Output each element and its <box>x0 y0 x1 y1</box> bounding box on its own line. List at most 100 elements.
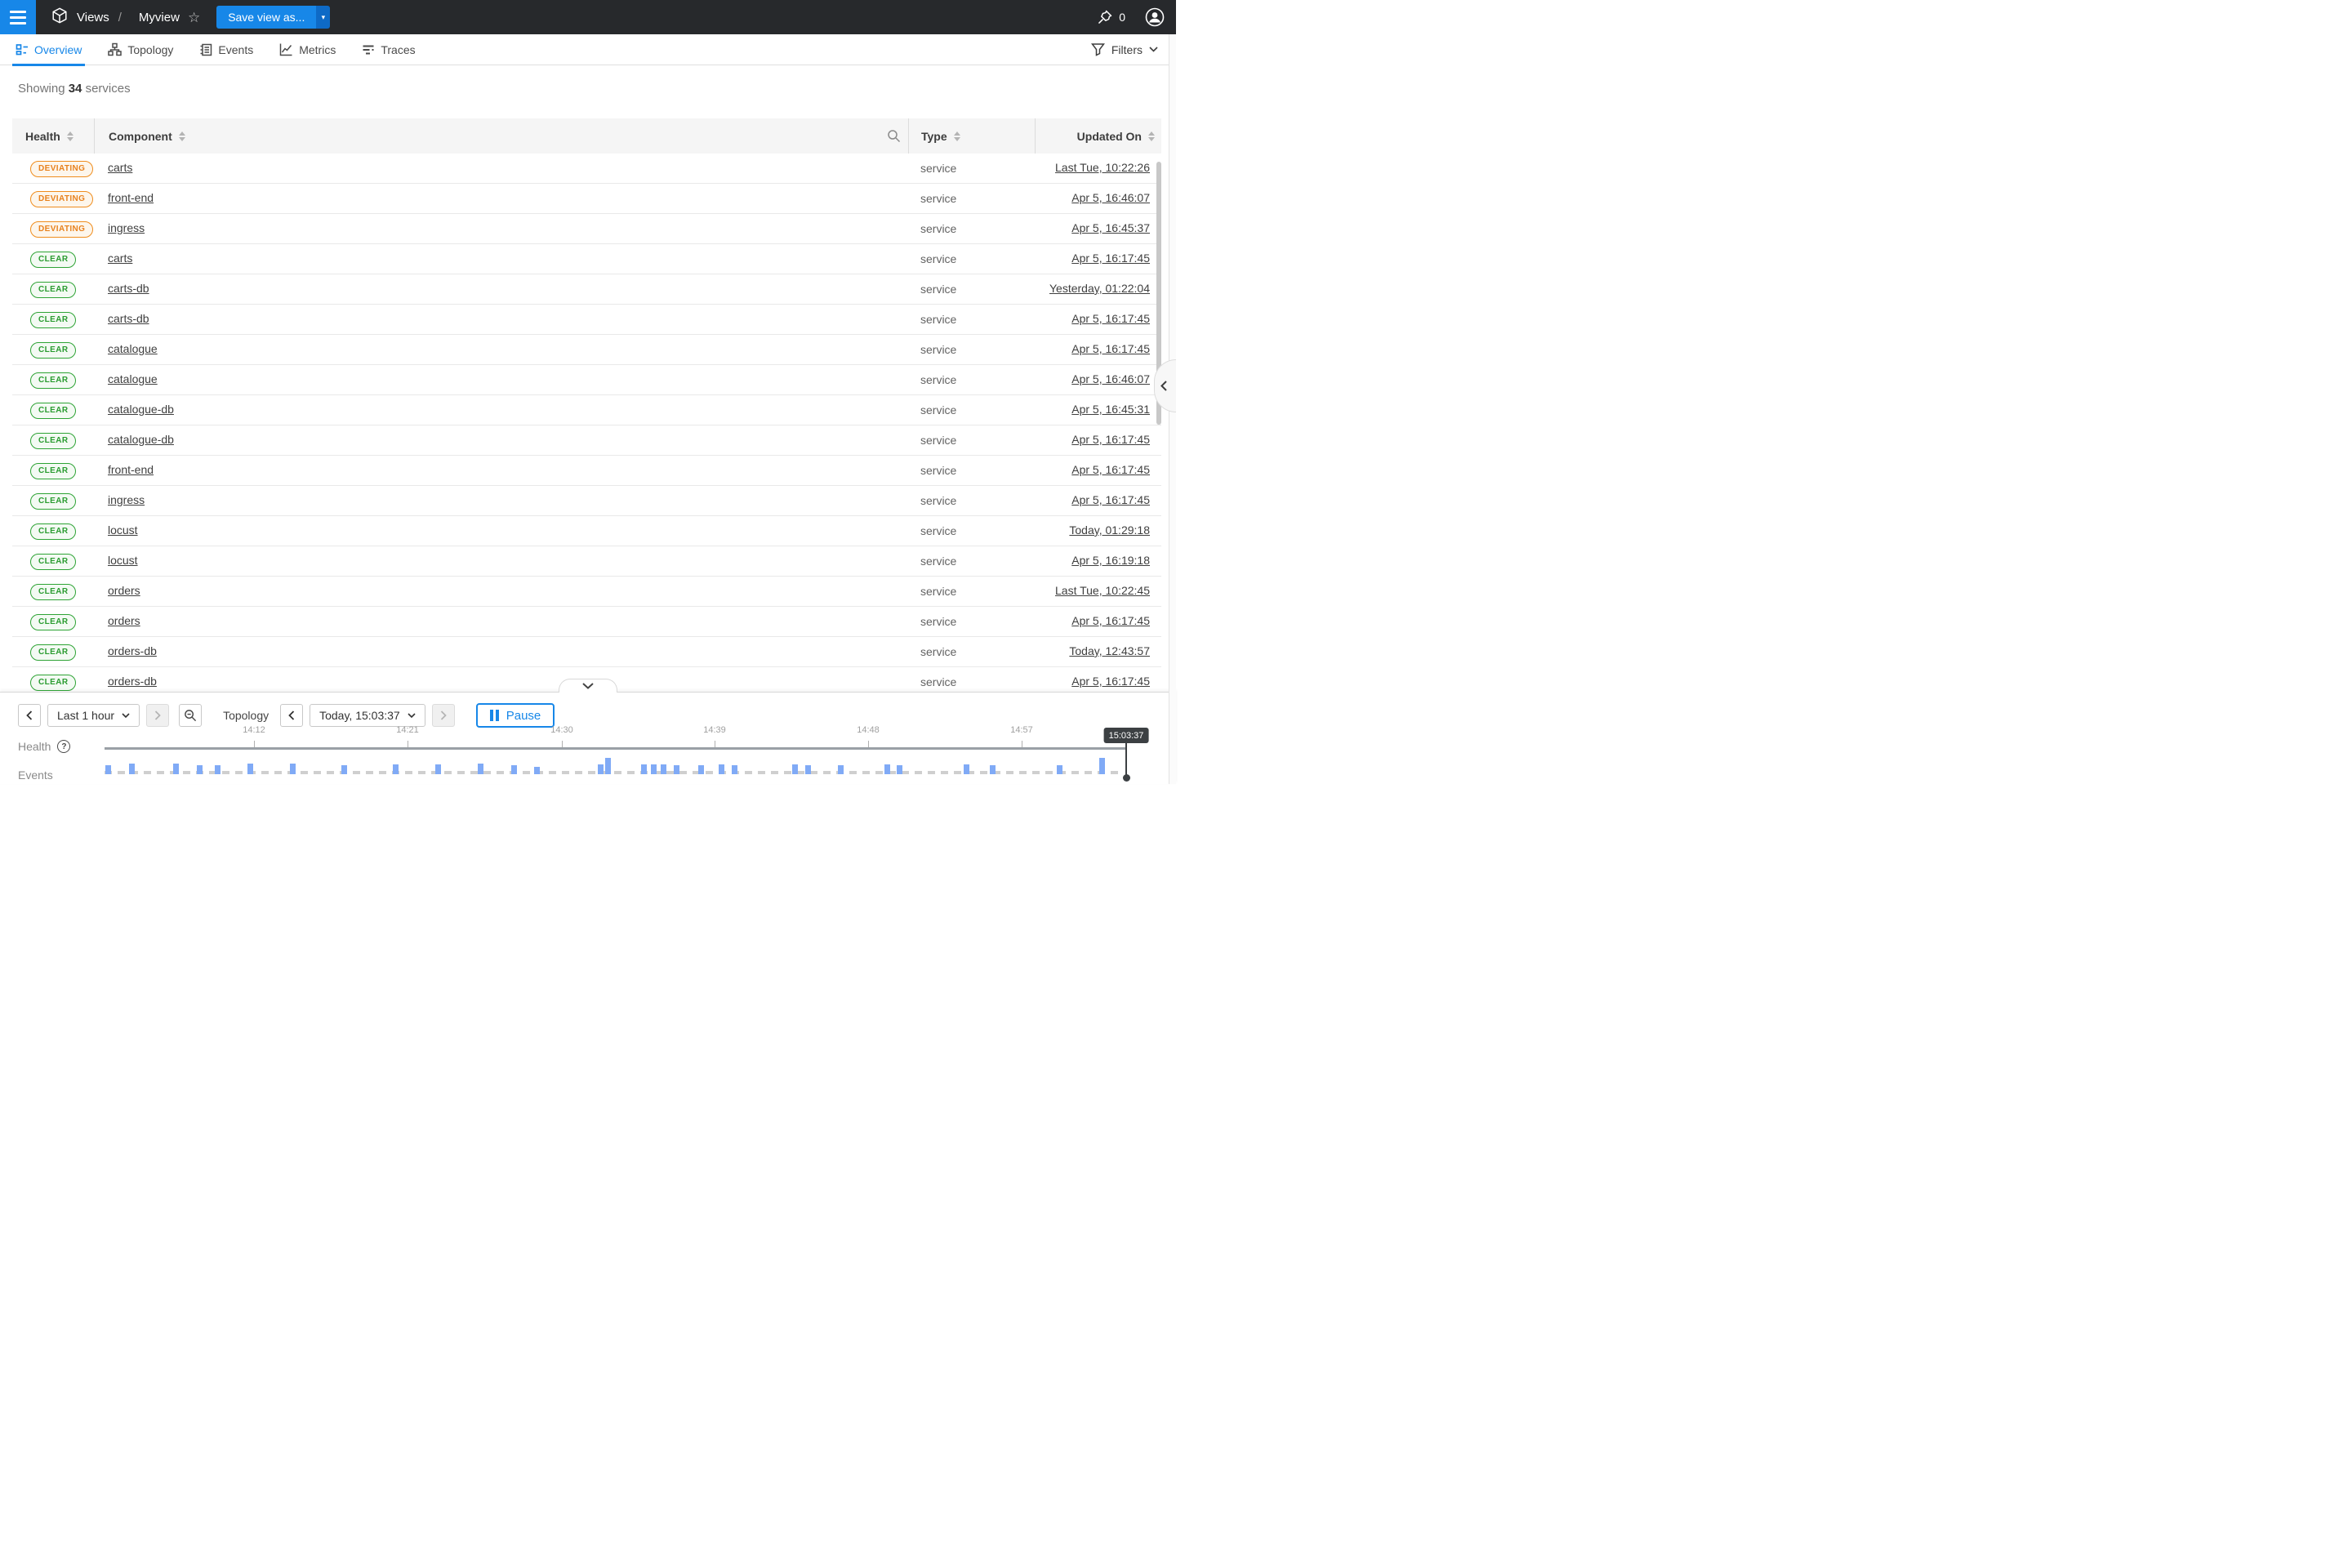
component-link[interactable]: carts <box>108 161 132 174</box>
event-bar[interactable] <box>129 764 135 774</box>
health-badge: CLEAR <box>30 372 76 389</box>
favorite-star-icon[interactable]: ☆ <box>188 11 200 24</box>
component-link[interactable]: carts-db <box>108 282 149 295</box>
updated-on-link[interactable]: Apr 5, 16:45:37 <box>1071 221 1150 234</box>
health-state-line <box>105 747 1126 750</box>
event-bar[interactable] <box>698 765 704 774</box>
updated-on-link[interactable]: Apr 5, 16:17:45 <box>1071 342 1150 355</box>
component-link[interactable]: carts-db <box>108 312 149 325</box>
sort-health-button[interactable] <box>67 131 74 141</box>
event-bar[interactable] <box>964 764 969 774</box>
sort-component-button[interactable] <box>179 131 185 141</box>
save-view-button[interactable]: Save view as... <box>216 6 316 29</box>
component-link[interactable]: catalogue-db <box>108 403 174 416</box>
sort-type-button[interactable] <box>954 131 960 141</box>
event-bar[interactable] <box>732 765 737 774</box>
save-view-caret-icon[interactable]: ▾ <box>316 6 330 29</box>
tab-traces[interactable]: Traces <box>359 34 418 65</box>
event-bar[interactable] <box>805 765 811 774</box>
tab-topology[interactable]: Topology <box>105 34 176 65</box>
updated-on-link[interactable]: Today, 12:43:57 <box>1069 644 1150 657</box>
component-link[interactable]: catalogue <box>108 342 158 355</box>
component-link[interactable]: orders <box>108 614 140 627</box>
component-link[interactable]: front-end <box>108 463 154 476</box>
collapse-timeline-button[interactable] <box>559 679 617 693</box>
updated-on-link[interactable]: Apr 5, 16:17:45 <box>1071 252 1150 265</box>
event-bar[interactable] <box>838 765 844 774</box>
event-bar[interactable] <box>290 764 296 774</box>
component-link[interactable]: catalogue <box>108 372 158 385</box>
component-link[interactable]: orders-db <box>108 644 157 657</box>
event-bar[interactable] <box>792 764 798 774</box>
updated-on-link[interactable]: Last Tue, 10:22:26 <box>1055 161 1150 174</box>
avatar[interactable] <box>1145 7 1165 27</box>
event-bar[interactable] <box>534 767 540 774</box>
event-bar[interactable] <box>598 764 604 774</box>
pin-icon[interactable] <box>1097 9 1113 25</box>
health-badge: CLEAR <box>30 342 76 359</box>
event-bar[interactable] <box>478 764 483 774</box>
event-bar[interactable] <box>197 765 203 774</box>
updated-on-link[interactable]: Apr 5, 16:46:07 <box>1071 191 1150 204</box>
filters-button[interactable]: Filters <box>1091 42 1158 56</box>
event-bar[interactable] <box>511 765 517 774</box>
event-bar[interactable] <box>173 764 179 774</box>
event-bar[interactable] <box>605 758 611 774</box>
updated-on-link[interactable]: Apr 5, 16:17:45 <box>1071 493 1150 506</box>
updated-on-link[interactable]: Apr 5, 16:17:45 <box>1071 614 1150 627</box>
event-bar[interactable] <box>641 764 647 774</box>
axis-tick-label: 14:21 <box>383 725 432 735</box>
event-bar[interactable] <box>884 764 890 774</box>
event-bar[interactable] <box>651 764 657 774</box>
event-bar[interactable] <box>393 764 399 774</box>
updated-on-link[interactable]: Apr 5, 16:45:31 <box>1071 403 1150 416</box>
current-time-marker[interactable] <box>1125 743 1127 777</box>
event-bar[interactable] <box>341 765 347 774</box>
event-bar[interactable] <box>674 765 679 774</box>
component-link[interactable]: carts <box>108 252 132 265</box>
updated-on-link[interactable]: Apr 5, 16:17:45 <box>1071 675 1150 688</box>
event-bar[interactable] <box>105 765 111 774</box>
component-link[interactable]: orders-db <box>108 675 157 688</box>
tab-metrics[interactable]: Metrics <box>276 34 339 65</box>
updated-on-link[interactable]: Apr 5, 16:17:45 <box>1071 463 1150 476</box>
component-link[interactable]: locust <box>108 554 138 567</box>
event-bar[interactable] <box>247 764 253 774</box>
event-bar[interactable] <box>990 765 996 774</box>
component-link[interactable]: orders <box>108 584 140 597</box>
event-bar[interactable] <box>897 765 902 774</box>
health-badge: CLEAR <box>30 675 76 691</box>
tab-events[interactable]: Events <box>196 34 256 65</box>
component-link[interactable]: catalogue-db <box>108 433 174 446</box>
event-bar[interactable] <box>719 764 724 774</box>
search-icon[interactable] <box>887 129 901 143</box>
type-cell: service <box>908 555 1035 568</box>
event-bar[interactable] <box>661 764 666 774</box>
updated-on-link[interactable]: Apr 5, 16:17:45 <box>1071 312 1150 325</box>
header-component: Component <box>109 130 172 143</box>
health-badge: DEVIATING <box>30 161 93 177</box>
tab-overview[interactable]: Overview <box>12 34 85 65</box>
updated-on-link[interactable]: Yesterday, 01:22:04 <box>1049 282 1150 295</box>
event-bar[interactable] <box>1099 758 1105 774</box>
component-link[interactable]: front-end <box>108 191 154 204</box>
component-link[interactable]: ingress <box>108 221 145 234</box>
updated-on-link[interactable]: Today, 01:29:18 <box>1069 523 1150 537</box>
breadcrumb-root[interactable]: Views <box>77 11 109 24</box>
sort-updated-button[interactable] <box>1148 131 1155 141</box>
component-link[interactable]: ingress <box>108 493 145 506</box>
menu-icon[interactable] <box>0 0 36 34</box>
type-cell: service <box>908 494 1035 507</box>
chevron-down-icon <box>582 683 594 689</box>
current-time-badge[interactable]: 15:03:37 <box>1104 728 1149 743</box>
updated-on-link[interactable]: Apr 5, 16:19:18 <box>1071 554 1150 567</box>
event-bar[interactable] <box>1057 765 1062 774</box>
updated-on-link[interactable]: Last Tue, 10:22:45 <box>1055 584 1150 597</box>
timeline-chart[interactable]: 15:03:37 14:1214:2114:3014:3914:4814:57 <box>0 693 1176 784</box>
component-link[interactable]: locust <box>108 523 138 537</box>
updated-on-link[interactable]: Apr 5, 16:46:07 <box>1071 372 1150 385</box>
health-badge: DEVIATING <box>30 191 93 207</box>
event-bar[interactable] <box>215 765 220 774</box>
event-bar[interactable] <box>435 764 441 774</box>
updated-on-link[interactable]: Apr 5, 16:17:45 <box>1071 433 1150 446</box>
